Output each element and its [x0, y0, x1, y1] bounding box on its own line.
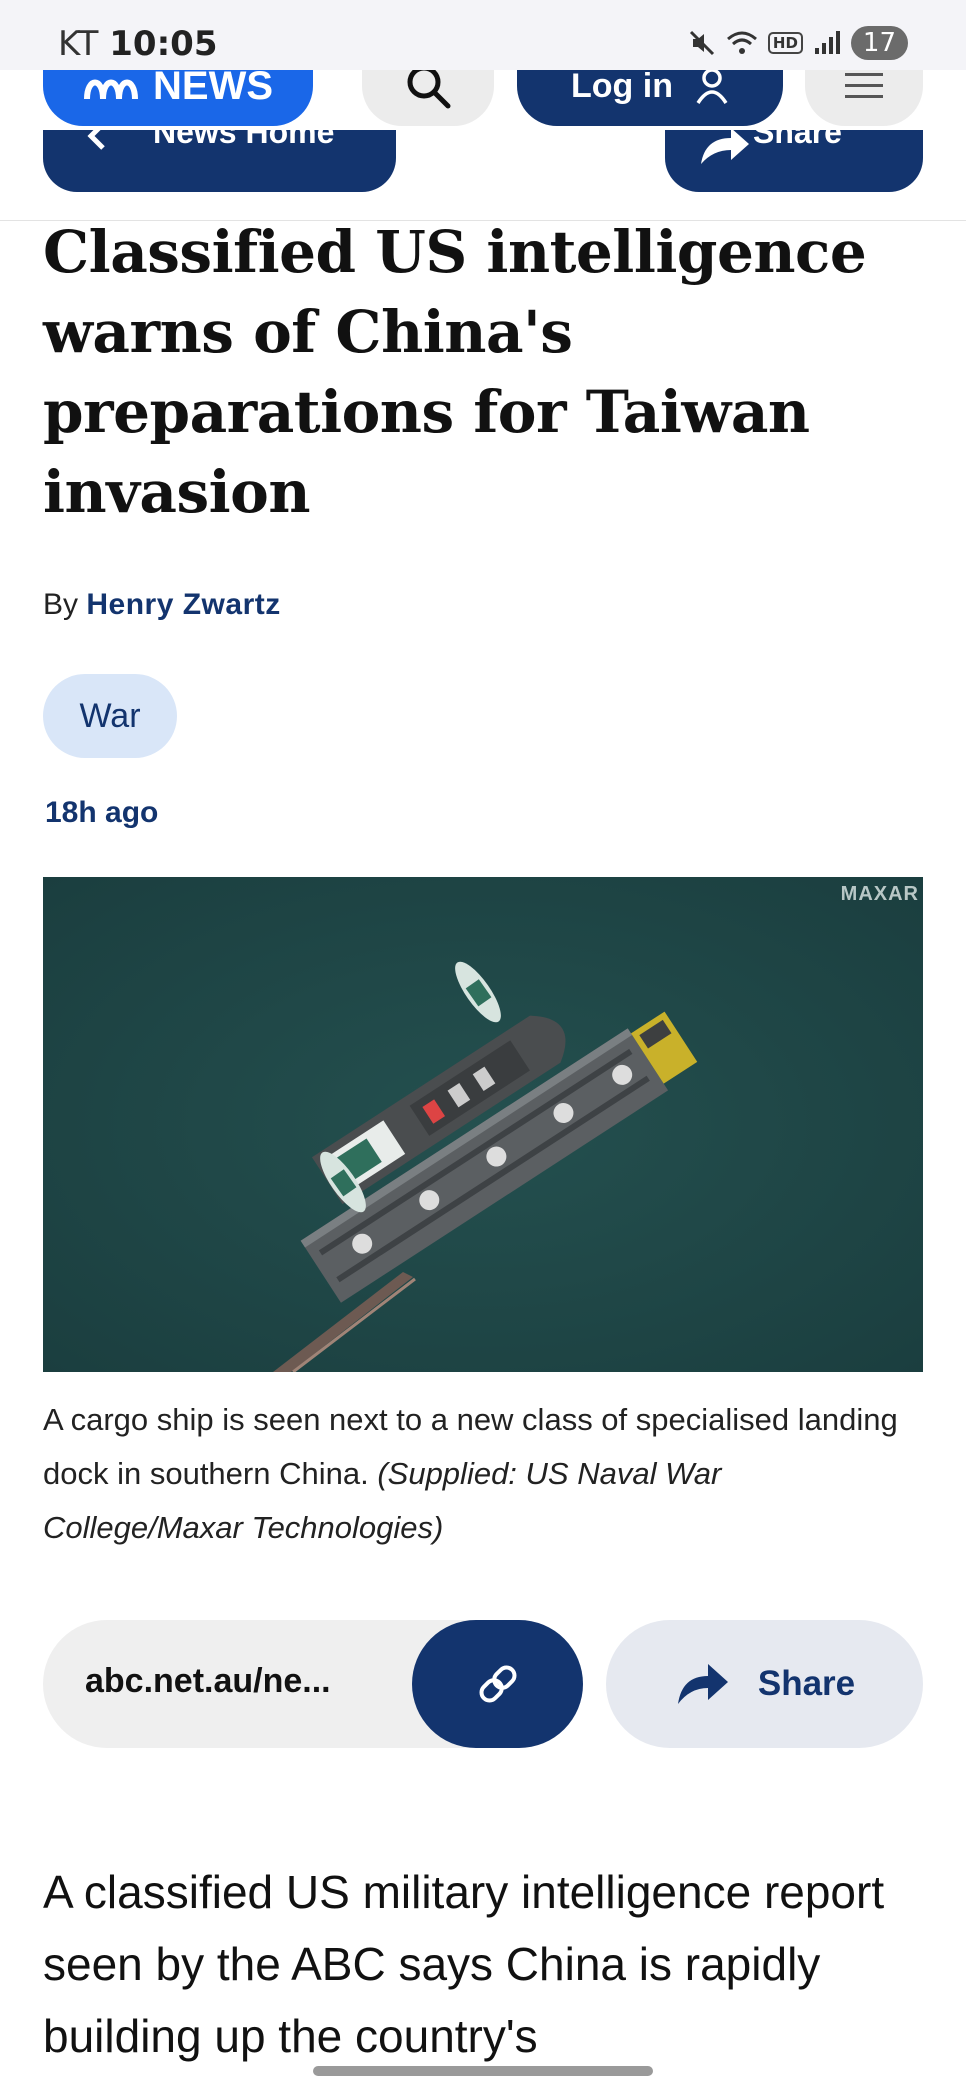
wifi-icon [726, 31, 757, 54]
user-icon [696, 68, 728, 104]
article-timestamp: 18h ago [45, 796, 159, 829]
login-label: Log in [571, 66, 673, 105]
clock: 10:05 [109, 24, 218, 64]
top-share-button[interactable]: Share [665, 130, 923, 192]
url-text: abc.net.au/ne... [85, 1662, 331, 1700]
hamburger-icon [845, 73, 883, 98]
status-icons: HD 17 [688, 26, 908, 60]
status-carrier: KT 10:05 [58, 24, 217, 64]
topic-tag[interactable]: War [43, 674, 177, 758]
satellite-ship-illustration [43, 877, 923, 1372]
article-body-paragraph: A classified US military intelligence re… [43, 1866, 885, 2062]
byline: By Henry Zwartz [43, 588, 281, 622]
news-home-button[interactable]: News Home [43, 130, 396, 192]
top-share-label: Share [753, 130, 842, 150]
carrier-label: KT [58, 24, 99, 64]
image-caption: A cargo ship is seen next to a new class… [43, 1393, 923, 1555]
copy-link-button[interactable] [412, 1620, 583, 1748]
mute-icon [689, 30, 714, 56]
logo-text: NEWS [153, 63, 273, 108]
byline-prefix: By [43, 588, 79, 621]
abc-logo-icon [84, 79, 138, 100]
share-button[interactable]: Share [606, 1620, 923, 1748]
news-home-label: News Home [153, 130, 335, 150]
hd-badge: HD [767, 32, 803, 54]
home-indicator[interactable] [313, 2066, 653, 2076]
signal-icon [814, 31, 840, 54]
link-icon [479, 1665, 516, 1703]
hero-image[interactable]: MAXAR [43, 877, 923, 1372]
status-bar: KT 10:05 HD 17 [0, 0, 966, 70]
sub-nav: News Home Share [0, 130, 966, 221]
url-field[interactable]: abc.net.au/ne... [43, 1620, 583, 1748]
maxar-watermark: MAXAR [840, 883, 919, 905]
author-link[interactable]: Henry Zwartz [86, 588, 280, 621]
article-headline: Classified US intelligence warns of Chin… [43, 218, 867, 526]
chevron-left-icon [87, 130, 105, 150]
share-arrow-icon [701, 130, 749, 164]
share-arrow-icon [677, 1664, 728, 1704]
share-label: Share [757, 1664, 856, 1703]
battery-indicator: 17 [850, 26, 908, 60]
